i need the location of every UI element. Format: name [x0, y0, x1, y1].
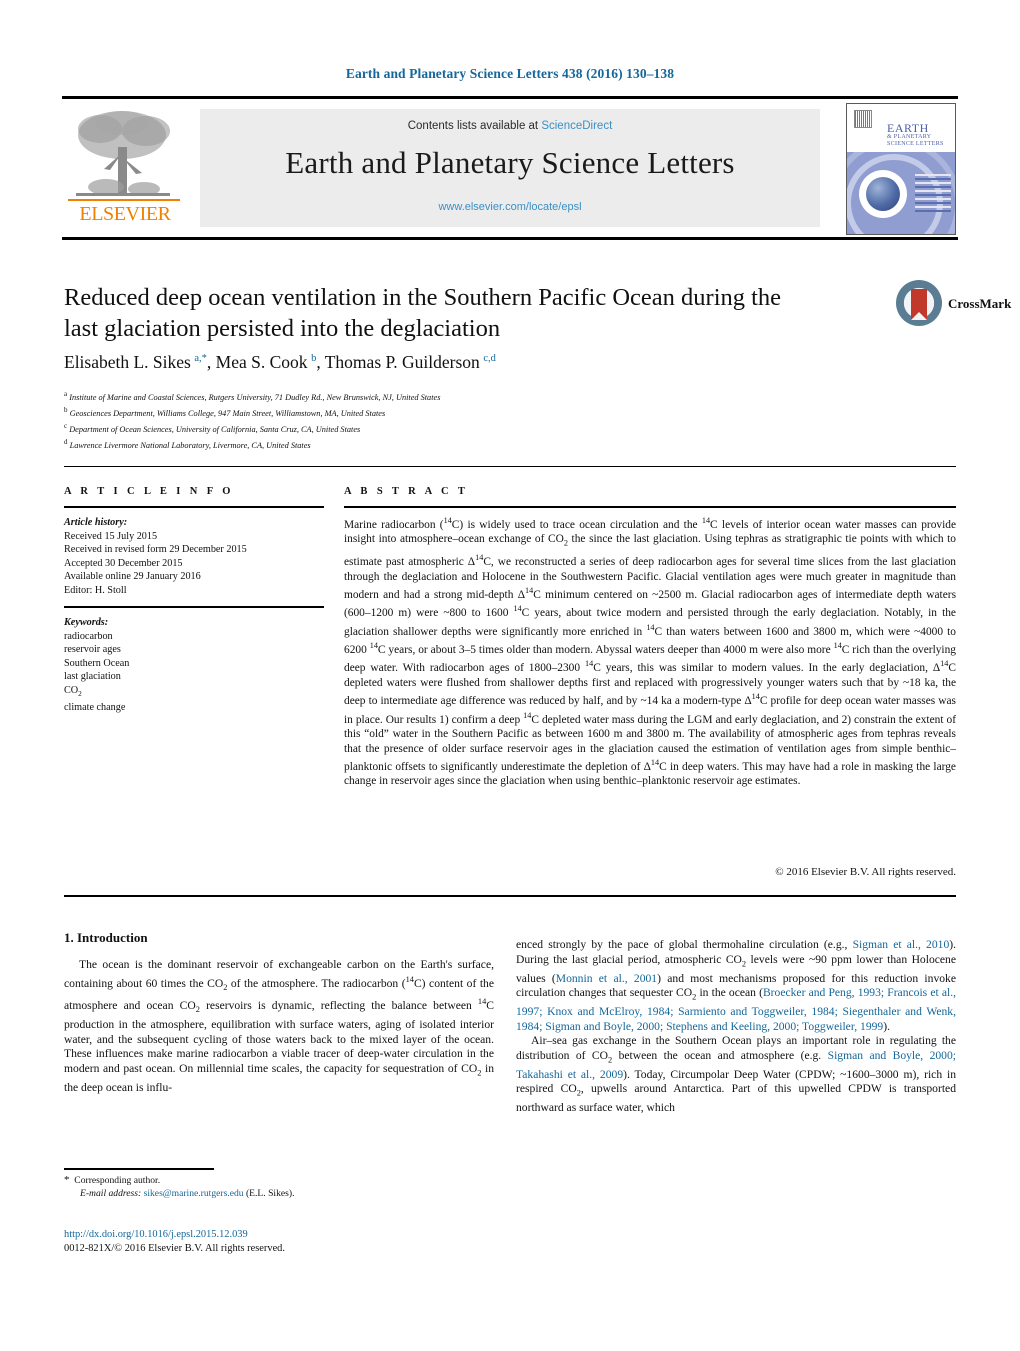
- paragraph: enced strongly by the pace of global the…: [516, 938, 957, 1033]
- masthead-center: Contents lists available at ScienceDirec…: [200, 109, 820, 227]
- body-column-right: enced strongly by the pace of global the…: [516, 938, 956, 1116]
- doi-link[interactable]: http://dx.doi.org/10.1016/j.epsl.2015.12…: [64, 1229, 248, 1240]
- journal-url-link[interactable]: www.elsevier.com/locate/epsl: [200, 201, 820, 213]
- author-list: Elisabeth L. Sikes a,*, Mea S. Cook b, T…: [64, 352, 496, 372]
- contents-line: Contents lists available at ScienceDirec…: [200, 120, 820, 132]
- cover-title-line1: EARTH: [887, 121, 929, 135]
- cover-title-line2: & PLANETARY SCIENCE LETTERS: [887, 134, 944, 147]
- abstract-text: Marine radiocarbon (14C) is widely used …: [344, 516, 957, 788]
- crossmark-label: CrossMark: [948, 296, 1012, 311]
- keyword-item: reservoir ages: [64, 644, 121, 656]
- email-note: E-mail address: sikes@marine.rutgers.edu…: [64, 1187, 504, 1200]
- corresponding-author-note: * Corresponding author.: [64, 1174, 161, 1186]
- section-heading-introduction: 1. Introduction: [64, 930, 148, 945]
- affiliation-item: d Lawrence Livermore National Laboratory…: [64, 437, 311, 450]
- email-label: E-mail address:: [80, 1188, 142, 1200]
- footnote-block: * Corresponding author. E-mail address: …: [64, 1174, 504, 1201]
- citation-link[interactable]: Monnin et al., 2001: [556, 972, 657, 985]
- cover-barcode-icon: [854, 110, 872, 128]
- affiliation-item: a Institute of Marine and Coastal Scienc…: [64, 390, 441, 402]
- running-head: Earth and Planetary Science Letters 438 …: [345, 66, 675, 81]
- issn-copyright: 0012-821X/© 2016 Elsevier B.V. All right…: [64, 1243, 285, 1254]
- abstract-copyright: © 2016 Elsevier B.V. All rights reserved…: [775, 866, 956, 878]
- article-history: Article history: Received 15 July 2015 R…: [64, 516, 324, 598]
- history-item: Editor: H. Stoll: [64, 584, 127, 596]
- email-link[interactable]: sikes@marine.rutgers.edu: [144, 1188, 244, 1199]
- doi-block: http://dx.doi.org/10.1016/j.epsl.2015.12…: [64, 1228, 504, 1256]
- divider-info-head: [64, 506, 324, 508]
- divider-abstract-head: [344, 506, 956, 508]
- keyword-item: Southern Ocean: [64, 657, 130, 669]
- cover-artwork: [847, 152, 955, 234]
- keyword-list: Keywords: radiocarbon reservoir ages Sou…: [64, 616, 324, 714]
- cover-title: EARTH & PLANETARY SCIENCE LETTERS: [887, 122, 953, 148]
- journal-title: Earth and Planetary Science Letters: [285, 145, 735, 180]
- affiliation-item: b Geosciences Department, Williams Colle…: [64, 405, 386, 418]
- divider-top: [64, 466, 956, 467]
- abstract-heading: A B S T R A C T: [344, 486, 469, 497]
- history-item: Accepted 30 December 2015: [64, 557, 183, 569]
- affiliation-list: a Institute of Marine and Coastal Scienc…: [64, 388, 824, 452]
- paragraph: Air–sea gas exchange in the Southern Oce…: [516, 1034, 956, 1115]
- history-item: Available online 29 January 2016: [64, 571, 201, 583]
- keywords-label: Keywords:: [64, 617, 109, 628]
- keyword-item: radiocarbon: [64, 630, 113, 642]
- journal-masthead: ELSEVIER Contents lists available at Sci…: [62, 96, 958, 240]
- page-title: Reduced deep ocean ventilation in the So…: [64, 284, 782, 342]
- body-column-left: The ocean is the dominant reservoir of e…: [64, 958, 494, 1095]
- crossmark-badge[interactable]: CrossMark: [896, 278, 1012, 330]
- divider-bottom: [64, 895, 956, 897]
- sciencedirect-link[interactable]: ScienceDirect: [541, 120, 612, 132]
- keyword-item: last glaciation: [64, 671, 121, 683]
- affiliation-item: c Department of Ocean Sciences, Universi…: [64, 421, 361, 434]
- keyword-item: CO2: [64, 684, 82, 698]
- asterisk-icon: *: [64, 1174, 70, 1186]
- elsevier-logo: ELSEVIER: [66, 107, 184, 229]
- article-info-heading: A R T I C L E I N F O: [64, 486, 234, 497]
- keyword-item: climate change: [64, 701, 126, 713]
- contents-prefix: Contents lists available at: [407, 120, 542, 132]
- footnote-divider: [64, 1168, 214, 1170]
- divider-keywords: [64, 606, 324, 608]
- email-owner: (E.L. Sikes).: [245, 1188, 295, 1200]
- citation-link[interactable]: Sigman et al., 2010: [853, 938, 950, 951]
- citation-link[interactable]: Broecker and Peng, 1993; Francois et al.…: [516, 986, 956, 1033]
- article-page: Earth and Planetary Science Letters 438 …: [0, 0, 1020, 1351]
- history-item: Received in revised form 29 December 201…: [64, 544, 247, 556]
- paragraph: The ocean is the dominant reservoir of e…: [64, 958, 495, 1094]
- journal-cover-thumbnail[interactable]: EARTH & PLANETARY SCIENCE LETTERS: [846, 103, 956, 235]
- elsevier-tree-icon: [66, 107, 178, 202]
- elsevier-wordmark: ELSEVIER: [79, 203, 171, 225]
- history-item: Received 15 July 2015: [64, 530, 158, 542]
- citation-link[interactable]: Sigman and Boyle, 2000; Takahashi et al.…: [516, 1049, 956, 1081]
- globe-icon: [866, 177, 900, 211]
- crossmark-icon: [896, 280, 942, 326]
- article-history-label: Article history:: [64, 517, 128, 528]
